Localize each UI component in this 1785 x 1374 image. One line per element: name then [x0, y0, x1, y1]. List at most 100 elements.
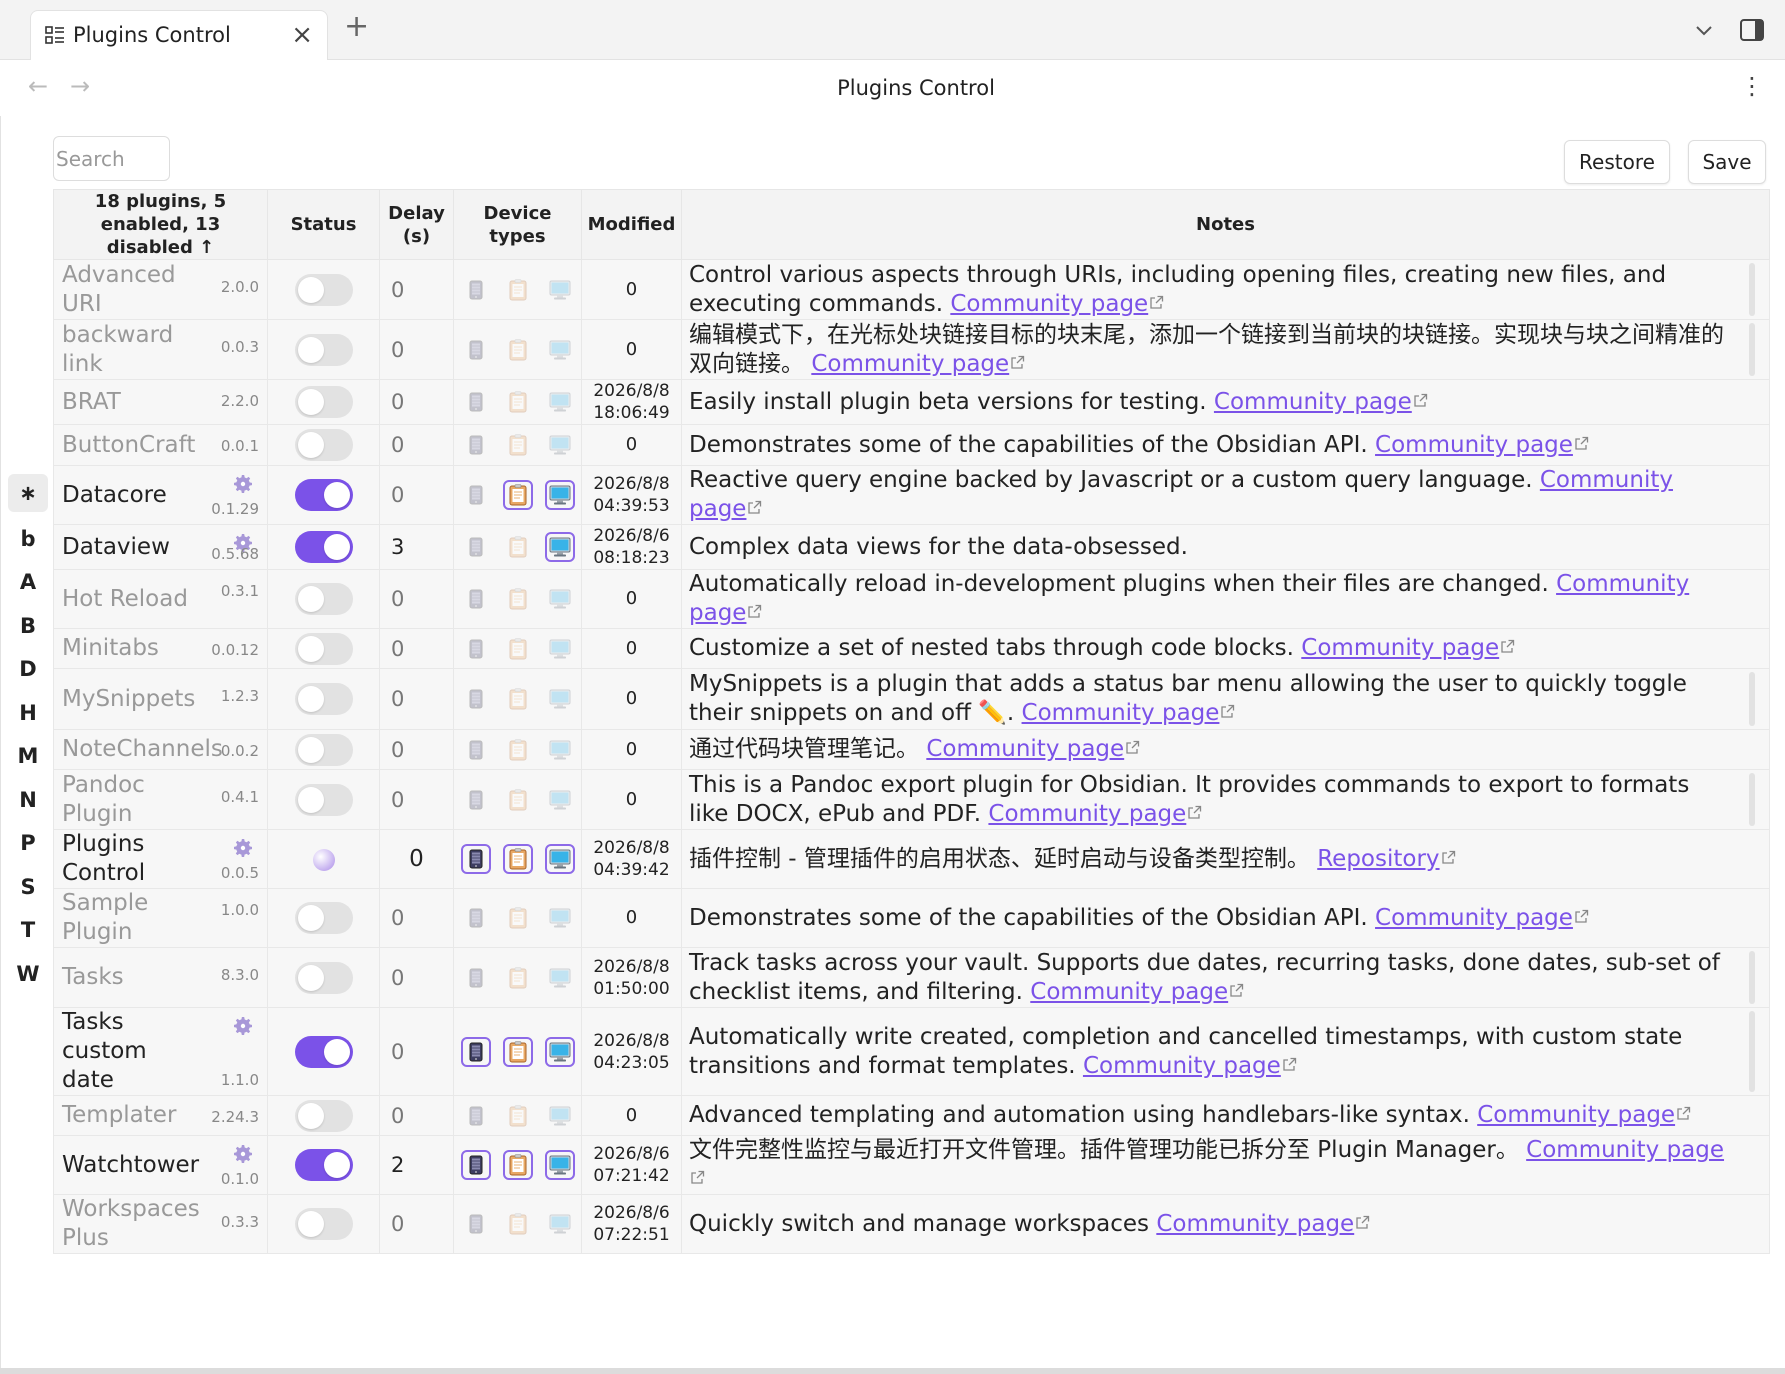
desktop-icon[interactable]: [545, 684, 575, 714]
tablet-icon[interactable]: [503, 1209, 533, 1239]
delay-value[interactable]: 0: [379, 947, 454, 1008]
delay-value[interactable]: 0: [379, 668, 454, 730]
desktop-icon[interactable]: [544, 532, 575, 562]
modified-header[interactable]: Modified: [581, 189, 682, 260]
alpha-index-item[interactable]: T: [8, 909, 48, 953]
tablet-icon[interactable]: [502, 480, 533, 510]
phone-icon[interactable]: [461, 387, 491, 417]
delay-value[interactable]: 2: [379, 1135, 454, 1195]
community-page-link[interactable]: Community page: [988, 801, 1186, 827]
alpha-index-item[interactable]: D: [8, 648, 48, 692]
tablet-icon[interactable]: [503, 963, 533, 993]
tablet-icon[interactable]: [503, 335, 533, 365]
toggle-sidebar-icon[interactable]: [1738, 16, 1766, 44]
community-page-link[interactable]: Community page: [1477, 1102, 1675, 1128]
notes-scrollbar[interactable]: [1749, 951, 1755, 1004]
phone-icon[interactable]: [461, 1209, 491, 1239]
delay-value[interactable]: 0: [379, 319, 454, 380]
notes-scrollbar[interactable]: [1749, 263, 1755, 316]
desktop-icon[interactable]: [545, 785, 575, 815]
tablet-icon[interactable]: [502, 1036, 533, 1067]
community-page-link[interactable]: Community page: [1214, 389, 1412, 415]
alpha-index-item[interactable]: A: [8, 561, 48, 605]
phone-icon[interactable]: [461, 532, 491, 562]
delay-value[interactable]: 0: [379, 1194, 454, 1254]
community-page-link[interactable]: Community page: [926, 736, 1124, 762]
phone-icon[interactable]: [461, 684, 491, 714]
enable-toggle[interactable]: [294, 1099, 353, 1132]
delay-value[interactable]: 0: [379, 259, 454, 320]
phone-icon[interactable]: [461, 1101, 491, 1131]
desktop-icon[interactable]: [545, 584, 575, 614]
phone-icon[interactable]: [461, 480, 491, 510]
close-tab-icon[interactable]: ×: [291, 20, 313, 50]
chevron-down-icon[interactable]: [1692, 18, 1716, 42]
enable-toggle[interactable]: [294, 1208, 353, 1240]
delay-value[interactable]: 0: [379, 379, 454, 425]
desktop-icon[interactable]: [545, 430, 575, 460]
desktop-icon[interactable]: [545, 1101, 575, 1131]
tablet-icon[interactable]: [503, 634, 533, 664]
enable-toggle[interactable]: [294, 961, 353, 994]
delay-value[interactable]: 0: [379, 729, 454, 770]
community-page-link[interactable]: Community page: [1526, 1137, 1724, 1163]
notes-header[interactable]: Notes: [681, 189, 1770, 260]
tablet-icon[interactable]: [502, 844, 533, 874]
enable-toggle[interactable]: [294, 632, 353, 665]
delay-header[interactable]: Delay (s): [379, 189, 454, 260]
phone-icon[interactable]: [461, 275, 491, 305]
alpha-index-item[interactable]: N: [8, 779, 48, 823]
search-input[interactable]: [53, 136, 170, 181]
delay-value[interactable]: 0: [379, 1007, 454, 1096]
phone-icon[interactable]: [461, 785, 491, 815]
phone-icon[interactable]: [461, 735, 491, 765]
community-page-link[interactable]: Community page: [1375, 432, 1573, 458]
delay-value[interactable]: 0: [379, 465, 454, 525]
tablet-icon[interactable]: [503, 430, 533, 460]
enable-toggle[interactable]: [294, 733, 353, 766]
enable-toggle[interactable]: [294, 333, 353, 366]
tab-plugins-control[interactable]: Plugins Control ×: [30, 10, 328, 60]
desktop-icon[interactable]: [544, 1150, 575, 1180]
delay-value[interactable]: 0: [379, 424, 454, 466]
tablet-icon[interactable]: [503, 275, 533, 305]
tablet-icon[interactable]: [503, 684, 533, 714]
phone-icon[interactable]: [460, 1150, 491, 1180]
phone-icon[interactable]: [461, 584, 491, 614]
phone-icon[interactable]: [460, 844, 491, 874]
enable-toggle[interactable]: [294, 273, 353, 306]
enable-toggle[interactable]: [294, 783, 353, 816]
phone-icon[interactable]: [461, 335, 491, 365]
tablet-icon[interactable]: [503, 1101, 533, 1131]
desktop-icon[interactable]: [544, 480, 575, 510]
summary-header[interactable]: 18 plugins, 5 enabled, 13 disabled ↑: [53, 189, 268, 260]
alpha-index-item[interactable]: b: [8, 518, 48, 562]
community-page-link[interactable]: Community page: [950, 291, 1148, 317]
phone-icon[interactable]: [460, 1036, 491, 1067]
tablet-icon[interactable]: [503, 387, 533, 417]
tablet-icon[interactable]: [503, 785, 533, 815]
community-page-link[interactable]: Community page: [1156, 1211, 1354, 1237]
enable-toggle[interactable]: [294, 479, 353, 511]
enable-toggle[interactable]: [294, 531, 353, 563]
settings-gear-icon[interactable]: [231, 472, 255, 496]
enable-toggle[interactable]: [294, 386, 353, 418]
community-page-link[interactable]: Community page: [1301, 635, 1499, 661]
desktop-icon[interactable]: [545, 735, 575, 765]
alpha-index-item[interactable]: M: [8, 735, 48, 779]
community-page-link[interactable]: Community page: [1022, 700, 1220, 726]
desktop-icon[interactable]: [545, 275, 575, 305]
new-tab-icon[interactable]: +: [344, 12, 369, 42]
notes-scrollbar[interactable]: [1749, 323, 1755, 376]
phone-icon[interactable]: [461, 963, 491, 993]
more-options-icon[interactable]: ⋮: [1740, 72, 1764, 100]
desktop-icon[interactable]: [544, 844, 575, 874]
tablet-icon[interactable]: [502, 1150, 533, 1180]
enable-toggle[interactable]: [294, 583, 353, 615]
enable-toggle[interactable]: [294, 429, 353, 461]
enable-toggle[interactable]: [294, 1035, 353, 1068]
tablet-icon[interactable]: [503, 532, 533, 562]
enable-toggle[interactable]: [294, 683, 353, 715]
enable-toggle[interactable]: [294, 1149, 353, 1181]
tablet-icon[interactable]: [503, 903, 533, 933]
